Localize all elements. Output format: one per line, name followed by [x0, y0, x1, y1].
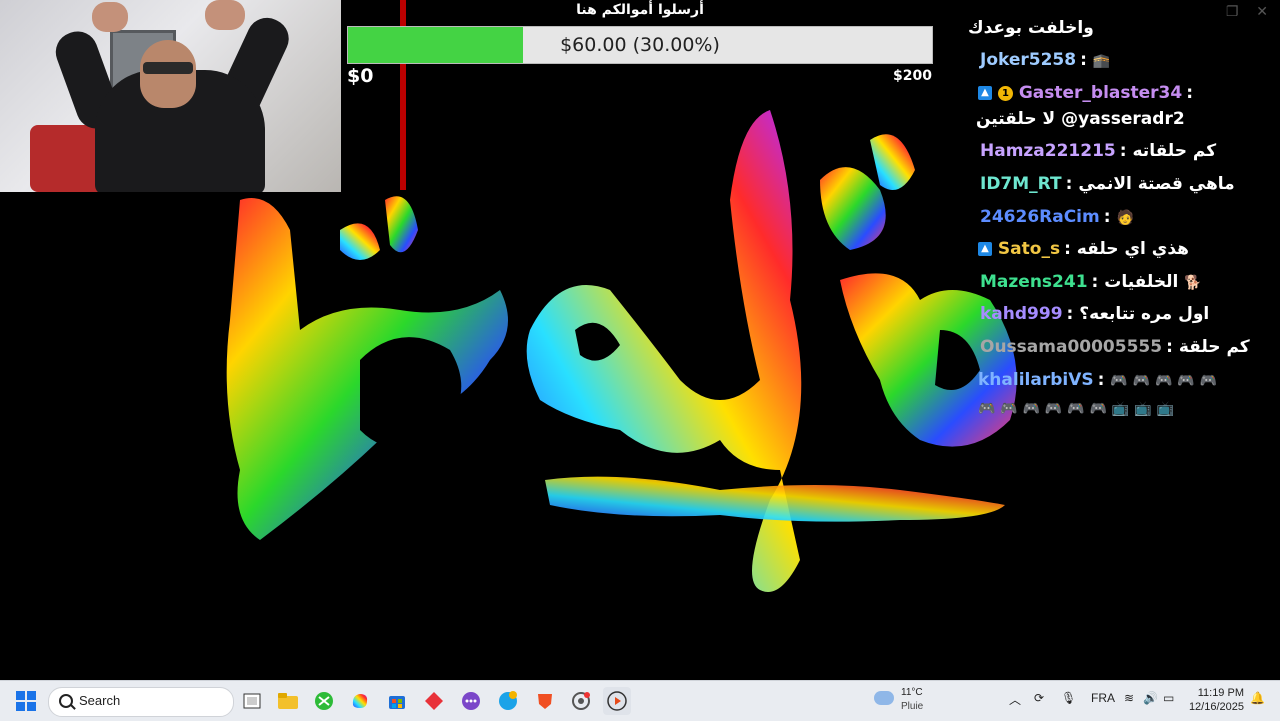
brave-icon[interactable]	[531, 687, 559, 715]
sync-icon[interactable]: ⟳	[1034, 691, 1044, 705]
chat-emote: 🎮 🎮 🎮 🎮 🎮 🎮 📺 📺 📺	[978, 401, 1174, 417]
twitch-prime-badge: ▲	[978, 242, 992, 256]
app-red-icon[interactable]	[420, 687, 448, 715]
volume-icon[interactable]: 🔊	[1143, 691, 1158, 705]
chat-username[interactable]: Joker5258	[980, 50, 1076, 70]
restore-icon[interactable]: ❐	[1226, 4, 1239, 20]
media-player-icon[interactable]	[603, 687, 631, 715]
chat-message-text: اول مره تتابعه؟	[1079, 304, 1210, 324]
chat-overlay: واخلفت بوعدك Joker5258: 🕋 ▲ 1 Gaster_bla…	[968, 0, 1268, 430]
chat-message: Oussama00005555: كم حلقة	[980, 337, 1250, 357]
battery-icon[interactable]: ▭	[1163, 691, 1174, 705]
file-explorer-icon[interactable]	[274, 687, 302, 715]
chat-message: kahd999: اول مره تتابعه؟	[980, 304, 1210, 324]
search-icon	[59, 694, 73, 708]
edge-icon[interactable]	[494, 687, 522, 715]
chat-message-text: ماهي قصتة الانمي	[1078, 174, 1235, 194]
copilot-icon[interactable]	[346, 687, 374, 715]
chat-message: ID7M_RT: ماهي قصتة الانمي	[980, 174, 1235, 194]
clock-time[interactable]: 11:19 PM	[1190, 687, 1244, 699]
close-icon[interactable]: ✕	[1256, 4, 1268, 20]
chevron-up-icon[interactable]: ︿	[1009, 691, 1021, 708]
chat-username[interactable]: kahd999	[980, 304, 1063, 324]
chat-message: ▲ 1 Gaster_blaster34:	[978, 83, 1268, 103]
chat-emote: 🧑	[1116, 210, 1134, 226]
xbox-icon[interactable]	[310, 687, 338, 715]
donation-goal-amount: $60.00 (30.00%)	[560, 34, 720, 56]
chat-partial-message: واخلفت بوعدك	[968, 18, 1258, 38]
chat-message-text: كم حلقاته	[1132, 141, 1217, 161]
notification-icon[interactable]: 🔔	[1250, 691, 1265, 705]
rain-cloud-icon	[874, 691, 894, 705]
chat-emote-row: 🎮 🎮 🎮 🎮 🎮 🎮 📺 📺 📺	[978, 398, 1268, 418]
chat-username[interactable]: ID7M_RT	[980, 174, 1062, 194]
search-placeholder: Search	[79, 693, 121, 708]
chat-message: Hamza221215: كم حلقاته	[980, 141, 1217, 161]
donation-goal-min: $0	[347, 65, 374, 87]
donation-goal-bar: $60.00 (30.00%)	[347, 26, 933, 64]
chat-username[interactable]: 24626RaCim	[980, 207, 1100, 227]
chat-username[interactable]: Oussama00005555	[980, 337, 1162, 357]
chat-emote: 🎮 🎮 🎮 🎮 🎮	[1110, 373, 1218, 389]
donation-goal-max: $200	[893, 68, 932, 84]
webcam-feed	[0, 0, 341, 192]
microsoft-store-icon[interactable]	[383, 687, 411, 715]
chat-message: ▲ Sato_s: هذي اي حلقه	[978, 239, 1268, 259]
start-icon[interactable]	[12, 687, 40, 715]
chat-username[interactable]: Sato_s	[998, 239, 1060, 259]
window-controls: ❐ ✕	[1226, 4, 1268, 20]
chat-message-text: واخلفت بوعدك	[968, 18, 1094, 38]
windows-taskbar: Search 11°C Pluie ︿ ⟳ 🎙 FRA ≋ 🔊 ▭ 11:19 …	[0, 680, 1280, 721]
chat-username[interactable]: Mazens241	[980, 272, 1088, 292]
taskbar-search[interactable]: Search	[48, 687, 234, 717]
chat-emote: 🐕 ☝	[1184, 275, 1216, 291]
stream-stage: أرسلوا أموالكم هنا $60.00 (30.00%) $0 $2…	[0, 0, 1280, 680]
chat-emote: 🕋	[1092, 53, 1111, 69]
clock-date[interactable]: 12/16/2025	[1184, 701, 1244, 713]
coin-badge: 1	[997, 85, 1013, 101]
donation-goal-title: أرسلوا أموالكم هنا	[576, 2, 704, 18]
microphone-icon[interactable]: 🎙	[1061, 691, 1076, 705]
language-indicator[interactable]: FRA	[1091, 691, 1115, 705]
chat-message: Joker5258: 🕋	[980, 50, 1111, 70]
weather-temperature: 11°C	[901, 687, 923, 698]
chrome-icon[interactable]	[567, 687, 595, 715]
chat-message: khalilarbiVS: 🎮 🎮 🎮 🎮 🎮	[978, 370, 1218, 390]
chat-message: Mazens241: الخلفيات 🐕 ☝	[980, 272, 1216, 292]
chat-message-text: لا حلقتين @yasseradr2	[976, 109, 1185, 129]
chat-username[interactable]: Hamza221215	[980, 141, 1116, 161]
weather-description: Pluie	[901, 701, 924, 712]
chat-username[interactable]: khalilarbiVS	[978, 370, 1094, 390]
chat-message-text: الخلفيات	[1104, 272, 1179, 292]
messenger-icon[interactable]	[457, 687, 485, 715]
chat-message-text: كم حلقة	[1178, 337, 1250, 357]
task-view-icon[interactable]	[238, 687, 266, 715]
chat-message-continued: لا حلقتين @yasseradr2	[976, 109, 1266, 129]
twitch-prime-badge: ▲	[978, 86, 992, 100]
chat-message-text: هذي اي حلقه	[1076, 239, 1189, 259]
chat-message: 24626RaCim: 🧑	[980, 207, 1134, 227]
wifi-icon[interactable]: ≋	[1124, 691, 1134, 705]
chat-username[interactable]: Gaster_blaster34	[1019, 83, 1182, 103]
